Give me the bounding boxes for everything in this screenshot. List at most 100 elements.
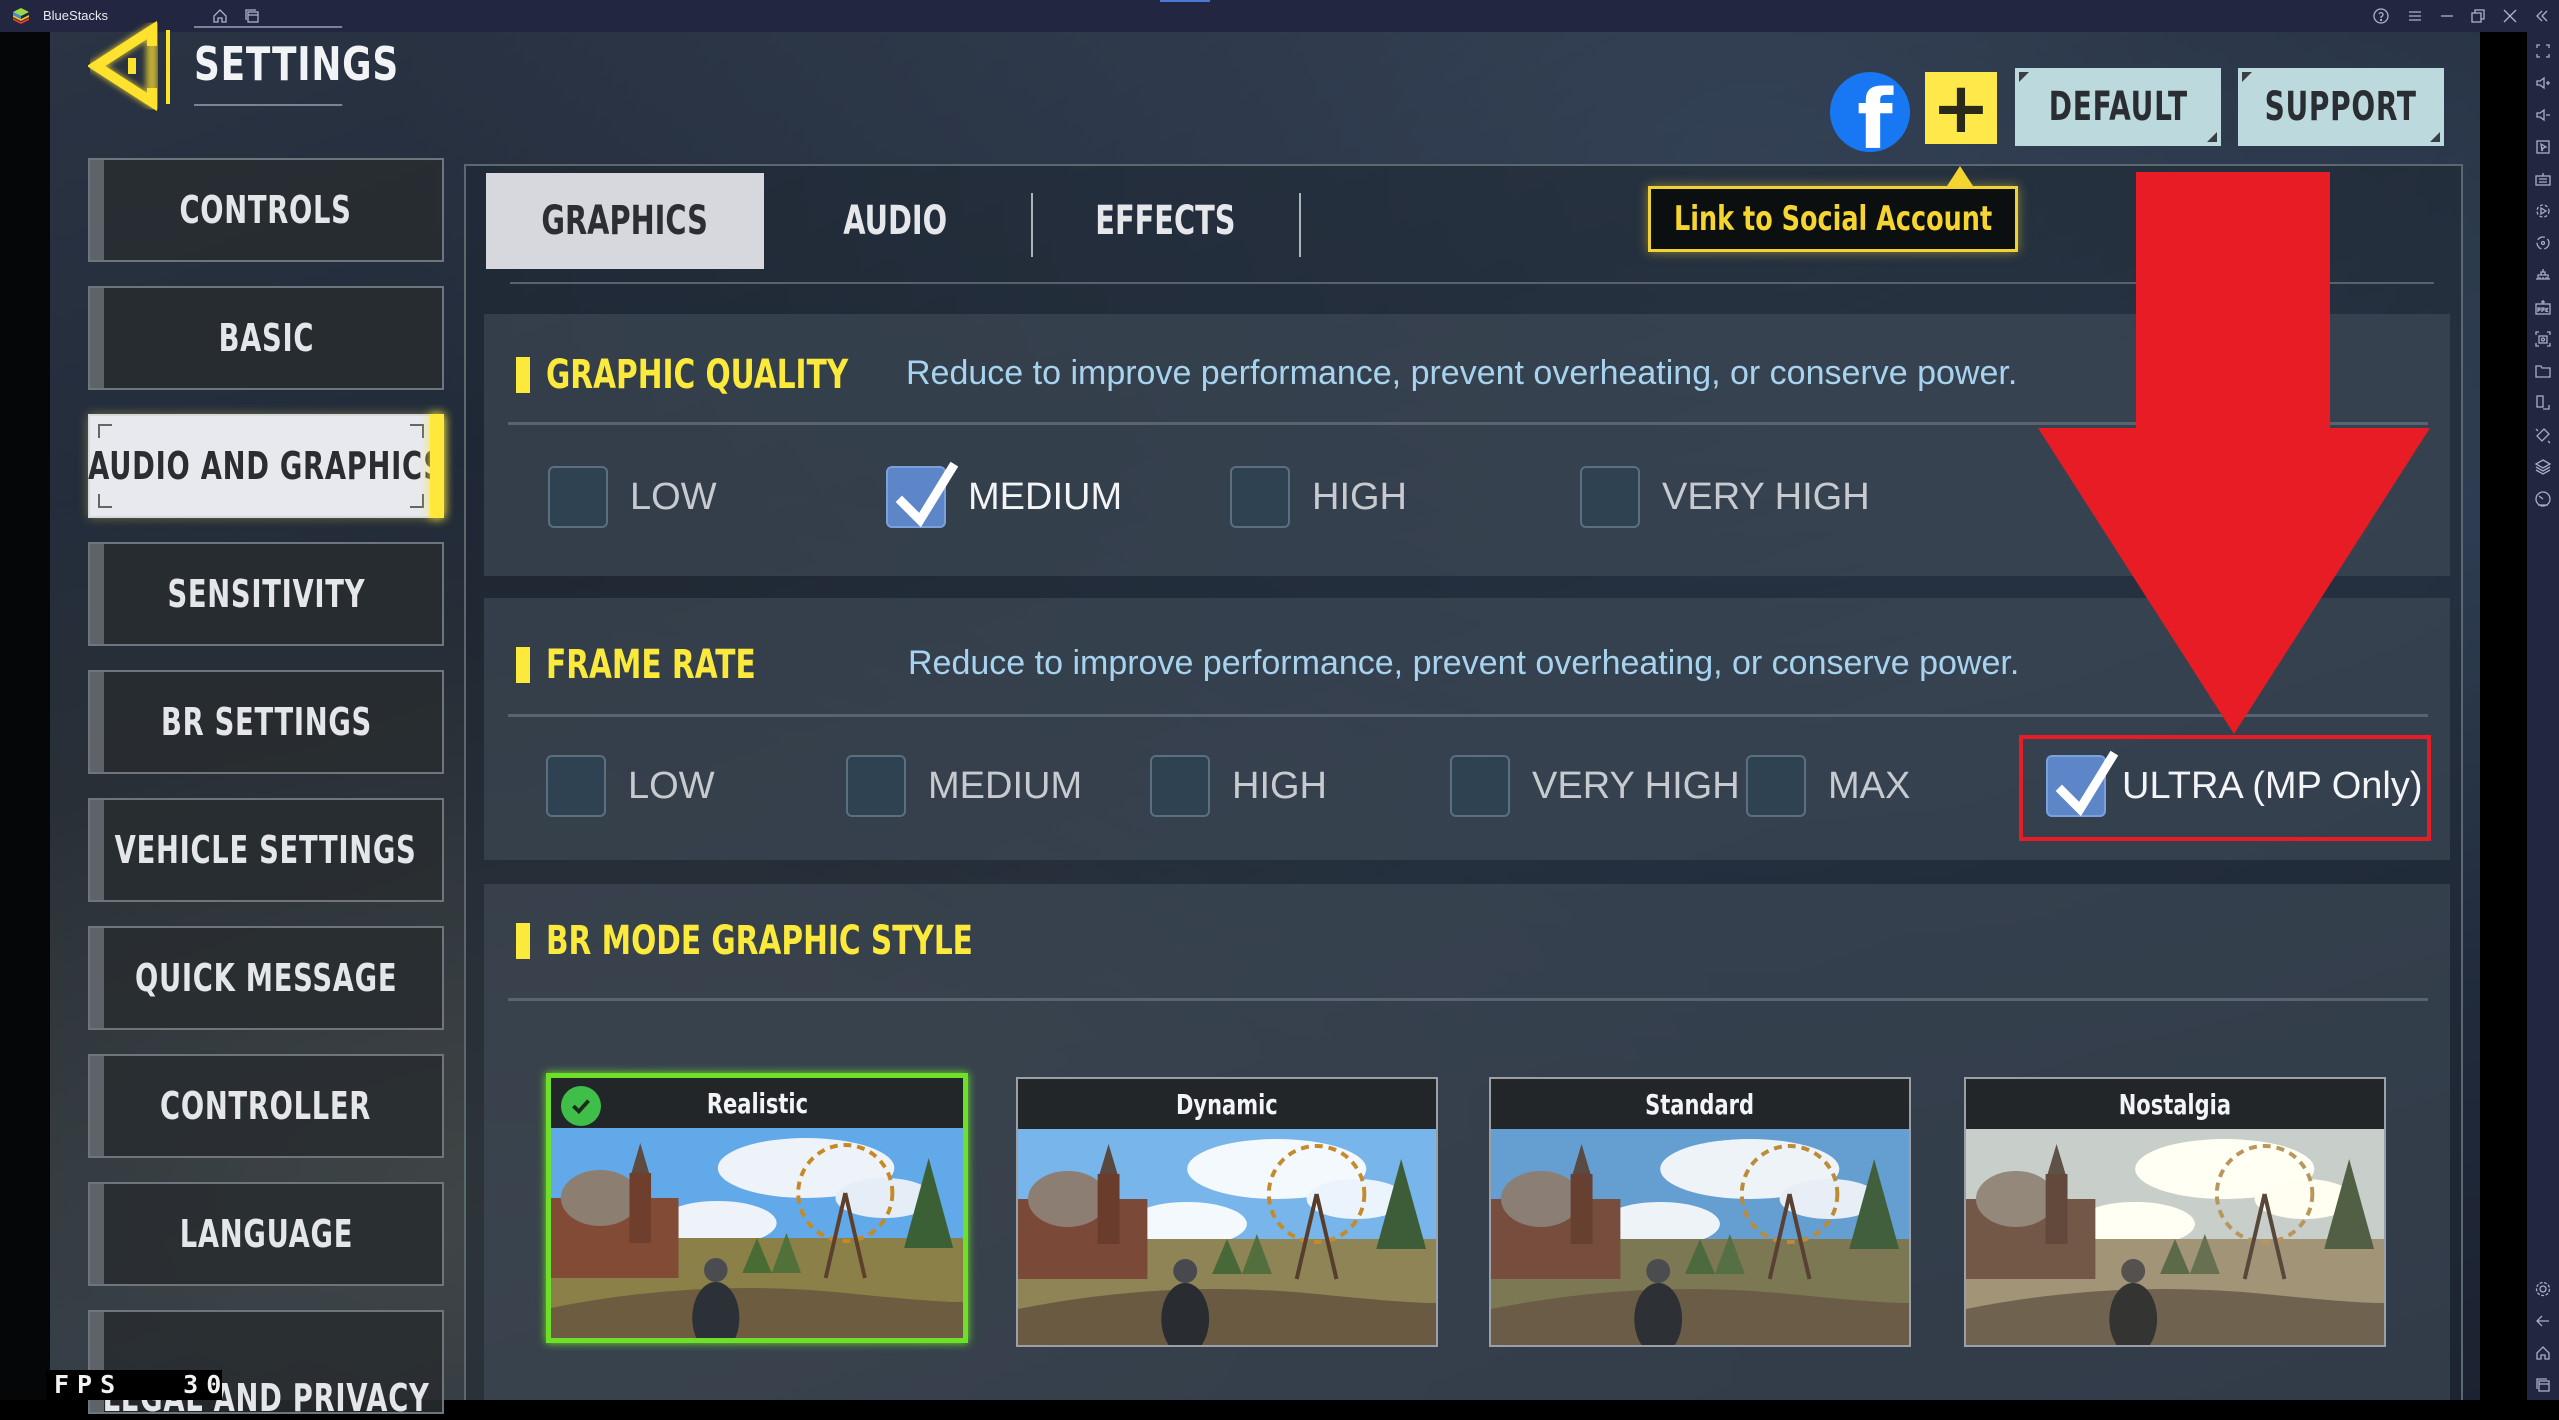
help-icon[interactable] xyxy=(2372,7,2390,25)
tab-label: AUDIO xyxy=(843,198,947,244)
section-marker xyxy=(516,357,530,393)
graphic-quality-option-high[interactable]: HIGH xyxy=(1230,466,1407,528)
tooltip-pointer xyxy=(1947,166,1973,186)
cursor-icon[interactable] xyxy=(2534,138,2552,156)
checkmark-icon xyxy=(895,461,958,528)
sidebar-item-basic[interactable]: BASIC xyxy=(88,286,444,390)
frame-rate-option-low[interactable]: LOW xyxy=(546,755,715,817)
multi-instance-icon[interactable] xyxy=(243,7,261,25)
graphic-style-card-realistic[interactable]: Realistic xyxy=(546,1073,968,1343)
corner-bracket xyxy=(410,494,424,508)
frame-rate-option-max[interactable]: MAX xyxy=(1746,755,1910,817)
back-button[interactable] xyxy=(84,18,178,114)
sidebar-item-sensitivity[interactable]: SENSITIVITY xyxy=(88,542,444,646)
screenshot-icon[interactable] xyxy=(2534,330,2552,348)
checkbox[interactable] xyxy=(1150,755,1210,817)
eco-mode-icon[interactable] xyxy=(2534,490,2552,508)
graphic-quality-option-very-high[interactable]: VERY HIGH xyxy=(1580,466,1870,528)
performance-icon[interactable] xyxy=(2534,266,2552,284)
tab-label: EFFECTS xyxy=(1094,198,1236,244)
section-title-text: BR MODE GRAPHIC STYLE xyxy=(546,918,973,964)
graphic-style-card-nostalgia[interactable]: Nostalgia xyxy=(1964,1077,2386,1347)
checkbox[interactable] xyxy=(546,755,606,817)
sidebar-item-quick-message[interactable]: QUICK MESSAGE xyxy=(88,926,444,1030)
facebook-link-button[interactable]: f xyxy=(1830,72,1910,152)
back-icon[interactable] xyxy=(2534,1312,2552,1330)
option-label: LOW xyxy=(630,475,717,518)
checkbox-checked[interactable] xyxy=(886,461,958,528)
sidebar-item-label: VEHICLE SETTINGS xyxy=(115,828,417,872)
sidebar-item-audio-and-graphics[interactable]: AUDIO AND GRAPHICS xyxy=(88,414,444,518)
install-apk-icon[interactable] xyxy=(2534,298,2552,316)
settings-icon[interactable] xyxy=(2534,1280,2552,1298)
home-icon[interactable] xyxy=(211,7,229,25)
sidebar-item-controls[interactable]: CONTROLS xyxy=(88,158,444,262)
option-label: MEDIUM xyxy=(928,764,1083,807)
keyboard-icon[interactable] xyxy=(2534,170,2552,188)
tab-effects[interactable]: EFFECTS xyxy=(1035,173,1295,269)
rotate-icon[interactable] xyxy=(2534,394,2552,412)
checkbox[interactable] xyxy=(846,755,906,817)
sidebar-item-br-settings[interactable]: BR SETTINGS xyxy=(88,670,444,774)
checkbox[interactable] xyxy=(1450,755,1510,817)
tab-audio[interactable]: AUDIO xyxy=(770,173,1020,269)
style-card-caption: Realistic xyxy=(551,1078,963,1128)
style-card-label: Realistic xyxy=(706,1086,808,1120)
graphic-style-card-standard[interactable]: Standard xyxy=(1489,1077,1911,1347)
option-label: MEDIUM xyxy=(968,475,1123,518)
sidebar-item-label: BR SETTINGS xyxy=(160,700,372,744)
volume-down-icon[interactable] xyxy=(2534,106,2552,124)
fullscreen-icon[interactable] xyxy=(2534,42,2552,60)
checkbox[interactable] xyxy=(1580,466,1640,528)
sidebar-item-label: SENSITIVITY xyxy=(167,572,365,616)
restore-icon[interactable] xyxy=(2469,7,2487,25)
macro-record-icon[interactable] xyxy=(2534,202,2552,220)
option-label: LOW xyxy=(628,764,715,807)
volume-up-icon[interactable] xyxy=(2534,74,2552,92)
plus-icon: + xyxy=(1931,67,1991,149)
checkbox[interactable] xyxy=(1746,755,1806,817)
minimize-icon[interactable] xyxy=(2438,7,2456,25)
graphic-style-card-dynamic[interactable]: Dynamic xyxy=(1016,1077,1438,1347)
option-label: VERY HIGH xyxy=(1662,475,1870,518)
sidebar-item-label: LANGUAGE xyxy=(179,1212,353,1256)
graphic-quality-option-low[interactable]: LOW xyxy=(548,466,717,528)
collapse-sidebar-icon[interactable] xyxy=(2533,7,2551,25)
sync-icon[interactable] xyxy=(2534,234,2552,252)
selected-check-icon xyxy=(561,1086,601,1126)
support-button[interactable]: SUPPORT xyxy=(2238,68,2444,146)
add-social-account-button[interactable]: + xyxy=(1925,72,1997,144)
default-button-label: DEFAULT xyxy=(2048,84,2188,130)
style-card-caption: Nostalgia xyxy=(1966,1079,2384,1129)
style-preview-image xyxy=(1966,1129,2384,1345)
close-icon[interactable] xyxy=(2501,7,2519,25)
recent-apps-icon[interactable] xyxy=(2534,1376,2552,1394)
graphic-quality-title: GRAPHIC QUALITY xyxy=(516,352,954,398)
fps-value: 30 xyxy=(183,1370,230,1399)
red-annotation-arrow-icon xyxy=(2038,172,2430,734)
layers-icon[interactable] xyxy=(2534,458,2552,476)
bluestacks-side-toolbar xyxy=(2527,32,2559,1400)
frame-rate-title: FRAME RATE xyxy=(516,642,829,688)
page-title: SETTINGS xyxy=(194,26,398,106)
sidebar-item-vehicle-settings[interactable]: VEHICLE SETTINGS xyxy=(88,798,444,902)
android-home-icon[interactable] xyxy=(2534,1344,2552,1362)
folder-icon[interactable] xyxy=(2534,362,2552,380)
menu-icon[interactable] xyxy=(2406,7,2424,25)
shake-icon[interactable] xyxy=(2534,426,2552,444)
letterbox-right xyxy=(2480,32,2527,1400)
sidebar-item-controller[interactable]: CONTROLLER xyxy=(88,1054,444,1158)
frame-rate-option-high[interactable]: HIGH xyxy=(1150,755,1327,817)
graphic-quality-option-medium[interactable]: MEDIUM xyxy=(886,461,1123,528)
corner-bracket xyxy=(98,424,112,438)
frame-rate-option-medium[interactable]: MEDIUM xyxy=(846,755,1082,817)
sidebar-item-language[interactable]: LANGUAGE xyxy=(88,1182,444,1286)
graphic-quality-description: Reduce to improve performance, prevent o… xyxy=(906,354,2018,392)
frame-rate-option-very-high[interactable]: VERY HIGH xyxy=(1450,755,1740,817)
checkbox[interactable] xyxy=(548,466,608,528)
default-button[interactable]: DEFAULT xyxy=(2015,68,2221,146)
preview-scene xyxy=(1018,1129,1436,1345)
option-label: HIGH xyxy=(1312,475,1407,518)
tab-graphics[interactable]: GRAPHICS xyxy=(486,173,764,269)
checkbox[interactable] xyxy=(1230,466,1290,528)
